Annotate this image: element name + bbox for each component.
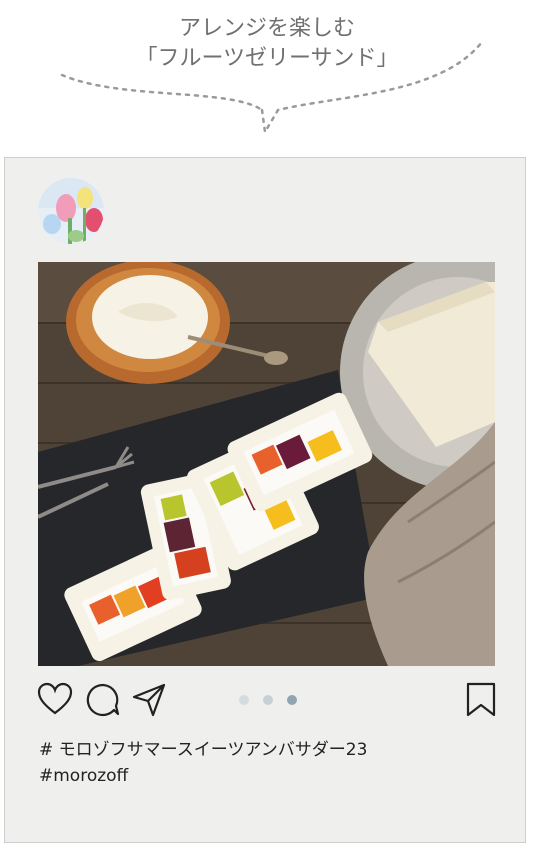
comment-icon[interactable] <box>85 682 121 718</box>
post-photo[interactable] <box>38 262 495 666</box>
post-caption: # モロゾフサマースイーツアンバサダー23 #morozoff <box>39 737 367 789</box>
carousel-dot-1[interactable] <box>239 695 249 705</box>
post-action-bar <box>35 682 496 718</box>
heading: アレンジを楽しむ 「フルーツゼリーサンド」 <box>0 14 534 74</box>
avatar[interactable] <box>38 178 104 244</box>
carousel-indicator <box>235 695 305 707</box>
bookmark-icon[interactable] <box>463 682 499 718</box>
instagram-post-card: # モロゾフサマースイーツアンバサダー23 #morozoff <box>4 157 526 843</box>
share-icon[interactable] <box>131 682 167 718</box>
hashtag-campaign[interactable]: # モロゾフサマースイーツアンバサダー23 <box>39 737 367 763</box>
hashtag-morozoff[interactable]: #morozoff <box>39 763 367 789</box>
heart-icon[interactable] <box>37 682 73 718</box>
carousel-dot-3[interactable] <box>287 695 297 705</box>
heading-line-2: 「フルーツゼリーサンド」 <box>135 46 399 71</box>
carousel-dot-2[interactable] <box>263 695 273 705</box>
heading-line-1: アレンジを楽しむ <box>178 16 355 41</box>
